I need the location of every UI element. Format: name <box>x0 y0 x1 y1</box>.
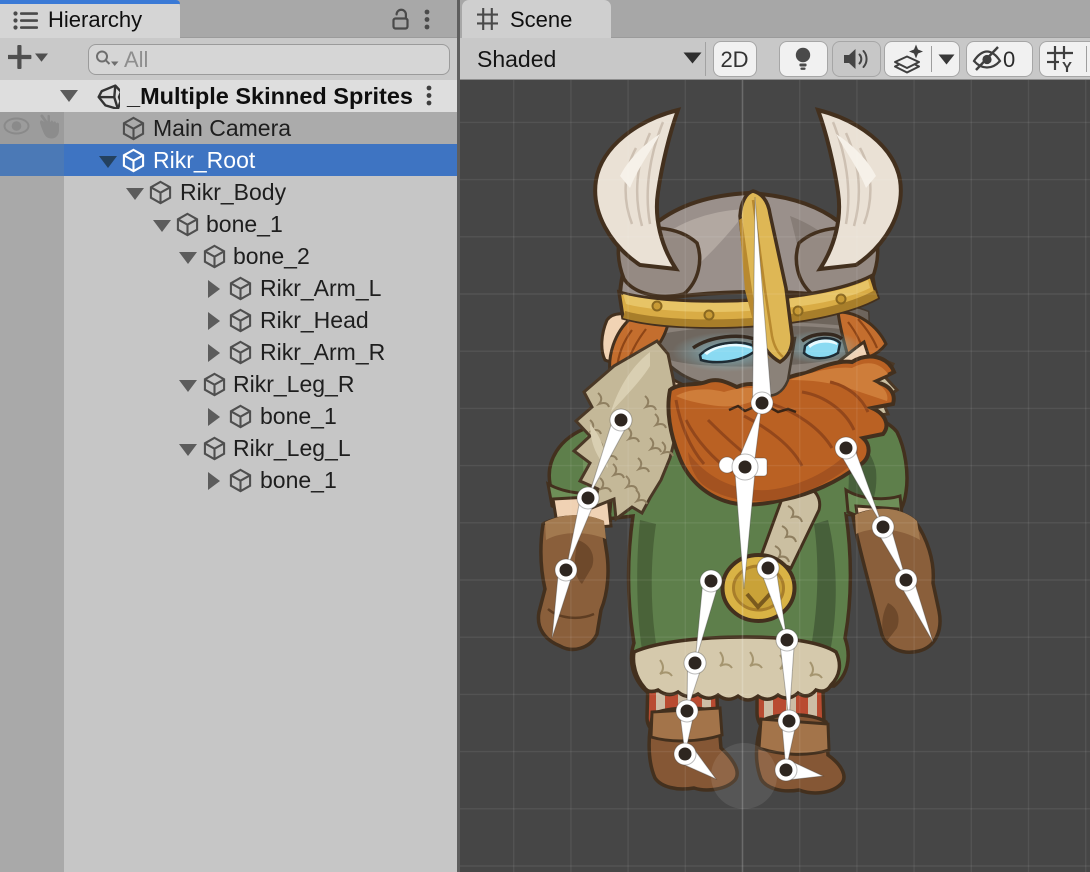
svg-text:Y: Y <box>1062 59 1072 73</box>
